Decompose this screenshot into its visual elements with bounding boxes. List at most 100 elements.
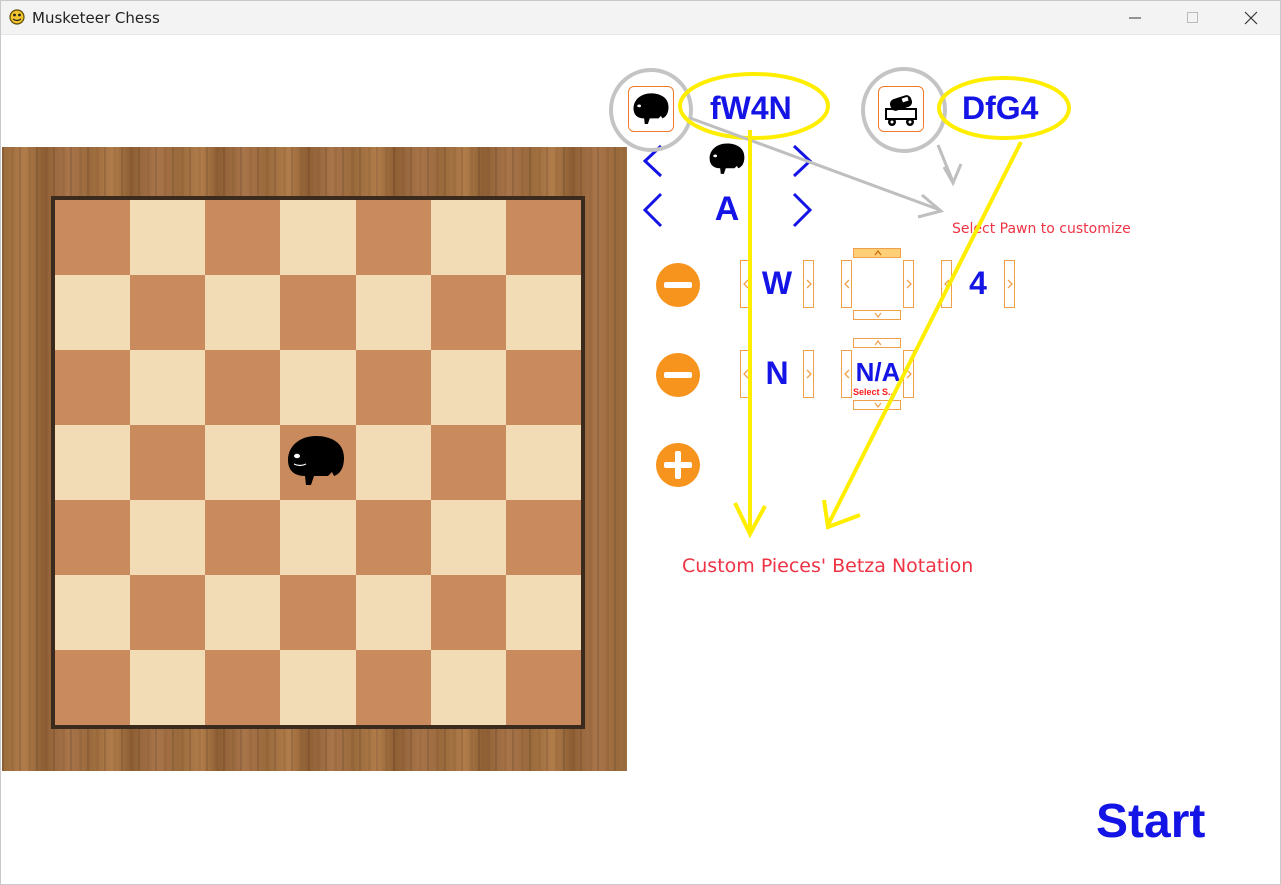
board-square[interactable] xyxy=(355,200,431,275)
board-square[interactable] xyxy=(205,425,281,500)
board-square[interactable] xyxy=(55,575,131,650)
yellow-arrow-annotation xyxy=(826,141,1023,526)
range-prev-button[interactable] xyxy=(941,260,952,308)
direction-down-button[interactable] xyxy=(853,400,901,410)
pygame-snake-icon xyxy=(9,9,25,25)
close-icon xyxy=(1244,11,1258,25)
board-square[interactable] xyxy=(505,275,581,350)
title-bar: Musketeer Chess xyxy=(0,0,1281,35)
board-square[interactable] xyxy=(355,275,431,350)
remove-move-button[interactable] xyxy=(655,352,701,398)
board-square[interactable] xyxy=(130,500,206,575)
atom-prev-button[interactable] xyxy=(740,350,751,398)
chevron-left-icon[interactable] xyxy=(641,144,665,178)
board-square[interactable] xyxy=(355,500,431,575)
board-square[interactable] xyxy=(505,350,581,425)
board-square[interactable] xyxy=(205,350,281,425)
piece-letter: A xyxy=(714,190,740,228)
board-square[interactable] xyxy=(130,425,206,500)
board-square[interactable] xyxy=(55,425,131,500)
piece-1-notation: fW4N xyxy=(710,90,792,126)
selected-piece-preview xyxy=(709,143,745,174)
board-square[interactable] xyxy=(205,500,281,575)
board-square[interactable] xyxy=(280,650,356,725)
piece-slot-2[interactable] xyxy=(878,86,924,132)
annotation-select-pawn: Select Pawn to customize xyxy=(952,221,1131,237)
board-square[interactable] xyxy=(505,500,581,575)
move-2-atom: N xyxy=(765,355,789,391)
atom-prev-button[interactable] xyxy=(740,260,751,308)
chevron-right-icon xyxy=(806,369,812,379)
board-square[interactable] xyxy=(205,275,281,350)
board-square[interactable] xyxy=(505,575,581,650)
window-title: Musketeer Chess xyxy=(32,9,160,27)
direction-up-button[interactable] xyxy=(853,248,901,258)
board-square[interactable] xyxy=(55,200,131,275)
board-square[interactable] xyxy=(430,425,506,500)
board-square[interactable] xyxy=(205,650,281,725)
remove-move-button[interactable] xyxy=(655,262,701,308)
minimize-button[interactable] xyxy=(1106,0,1164,34)
board-square[interactable] xyxy=(280,350,356,425)
board-square[interactable] xyxy=(430,350,506,425)
board-square[interactable] xyxy=(430,275,506,350)
start-button[interactable]: Start xyxy=(1096,794,1205,849)
chevron-up-icon xyxy=(874,340,882,346)
chevron-left-icon xyxy=(944,279,950,289)
close-button[interactable] xyxy=(1222,0,1280,34)
atom-next-button[interactable] xyxy=(803,350,814,398)
move-1-range: 4 xyxy=(969,265,987,301)
direction-up-button[interactable] xyxy=(853,338,901,348)
board-square[interactable] xyxy=(355,350,431,425)
board-square[interactable] xyxy=(355,650,431,725)
board-square[interactable] xyxy=(130,350,206,425)
annotation-betza-note: Custom Pieces' Betza Notation xyxy=(682,555,974,577)
board-square[interactable] xyxy=(130,275,206,350)
maximize-button[interactable] xyxy=(1164,0,1222,34)
board-square[interactable] xyxy=(130,575,206,650)
board-square[interactable] xyxy=(355,575,431,650)
board-square[interactable] xyxy=(280,275,356,350)
direction-prev-button[interactable] xyxy=(841,260,852,308)
board-square[interactable] xyxy=(130,200,206,275)
board-square[interactable] xyxy=(280,200,356,275)
move-2-direction: N/A xyxy=(855,357,901,387)
board-square[interactable] xyxy=(55,500,131,575)
hippo-piece-icon xyxy=(633,93,669,124)
range-next-button[interactable] xyxy=(1004,260,1015,308)
chevron-right-icon xyxy=(1007,279,1013,289)
add-move-button[interactable] xyxy=(655,442,701,488)
board-square[interactable] xyxy=(505,425,581,500)
direction-down-button[interactable] xyxy=(853,310,901,320)
chevron-right-icon[interactable] xyxy=(790,192,814,228)
chevron-right-icon xyxy=(806,279,812,289)
board-square[interactable] xyxy=(55,275,131,350)
board-square[interactable] xyxy=(505,650,581,725)
board-square[interactable] xyxy=(280,500,356,575)
board-square[interactable] xyxy=(505,200,581,275)
chevron-right-icon[interactable] xyxy=(790,144,814,178)
board-square[interactable] xyxy=(430,500,506,575)
piece-slot-1[interactable] xyxy=(628,86,674,132)
chevron-right-icon xyxy=(906,279,912,289)
cannon-cart-piece-icon xyxy=(885,95,917,126)
board-square[interactable] xyxy=(205,200,281,275)
direction-next-button[interactable] xyxy=(903,260,914,308)
direction-next-button[interactable] xyxy=(903,350,914,398)
chevron-left-icon xyxy=(743,369,749,379)
piece-2-notation: DfG4 xyxy=(962,90,1039,126)
minimize-icon xyxy=(1129,17,1141,19)
atom-next-button[interactable] xyxy=(803,260,814,308)
board-square[interactable] xyxy=(355,425,431,500)
board-square[interactable] xyxy=(430,575,506,650)
board-square[interactable] xyxy=(130,650,206,725)
board-square[interactable] xyxy=(430,200,506,275)
board-square[interactable] xyxy=(55,350,131,425)
hippo-piece-on-board[interactable] xyxy=(284,432,348,490)
chevron-left-icon[interactable] xyxy=(641,192,665,228)
board-square[interactable] xyxy=(430,650,506,725)
direction-hint: Select S... xyxy=(853,387,896,397)
board-square[interactable] xyxy=(280,575,356,650)
board-square[interactable] xyxy=(55,650,131,725)
board-square[interactable] xyxy=(205,575,281,650)
